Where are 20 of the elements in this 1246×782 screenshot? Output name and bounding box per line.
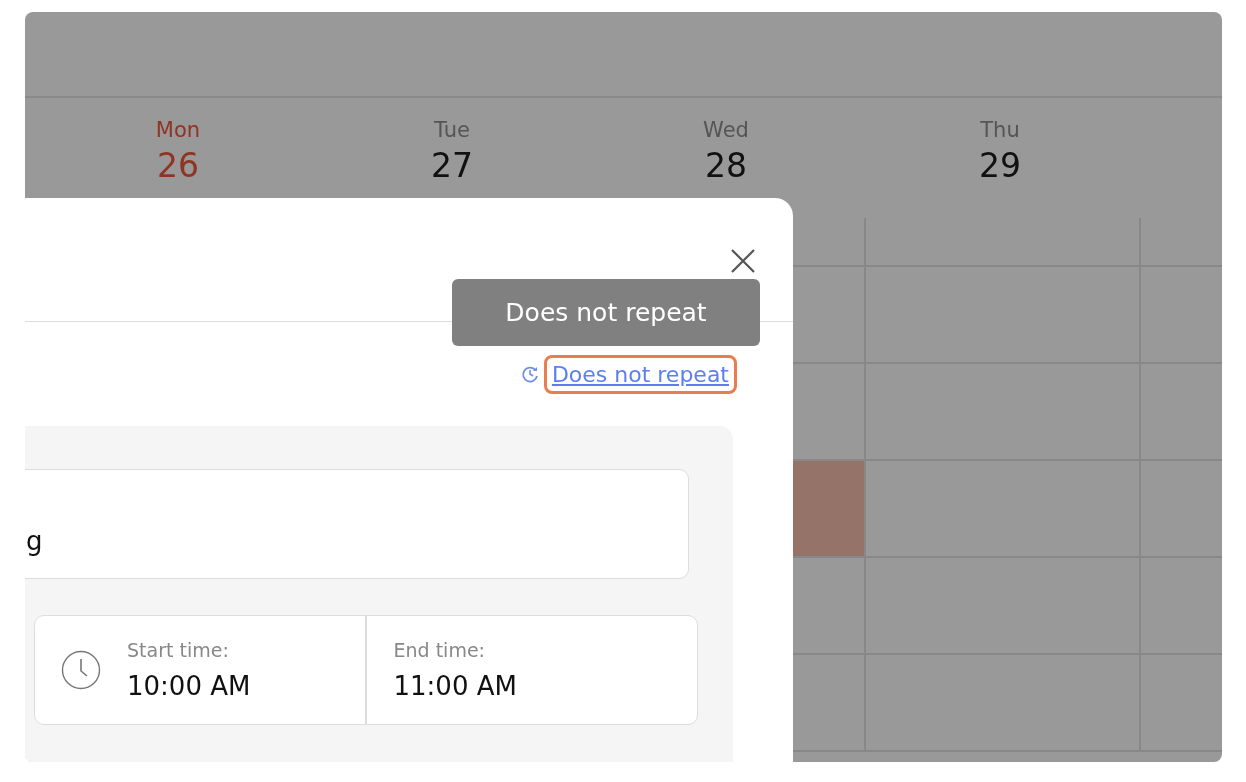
day-name: Tue xyxy=(434,118,470,142)
day-name: Wed xyxy=(703,118,749,142)
title-field[interactable]: g xyxy=(25,469,689,579)
tooltip: Does not repeat xyxy=(452,279,760,346)
day-date: 26 xyxy=(157,146,199,185)
end-time-field[interactable]: End time: 11:00 AM xyxy=(364,616,697,724)
day-date: 29 xyxy=(979,146,1021,185)
clock-icon xyxy=(61,650,101,690)
day-name: Thu xyxy=(980,118,1020,142)
repeat-icon xyxy=(519,364,540,384)
day-name: Mon xyxy=(155,118,201,142)
close-icon[interactable] xyxy=(730,248,756,274)
end-time-label: End time: xyxy=(393,639,486,661)
start-time-value: 10:00 AM xyxy=(127,671,251,701)
day-date: 28 xyxy=(705,146,747,185)
end-time-value: 11:00 AM xyxy=(393,671,517,701)
repeat-link[interactable]: Does not repeat xyxy=(543,354,737,394)
start-time-label: Start time: xyxy=(127,639,230,661)
start-time-field[interactable]: Start time: 10:00 AM xyxy=(35,616,365,724)
day-date: 27 xyxy=(431,146,473,185)
